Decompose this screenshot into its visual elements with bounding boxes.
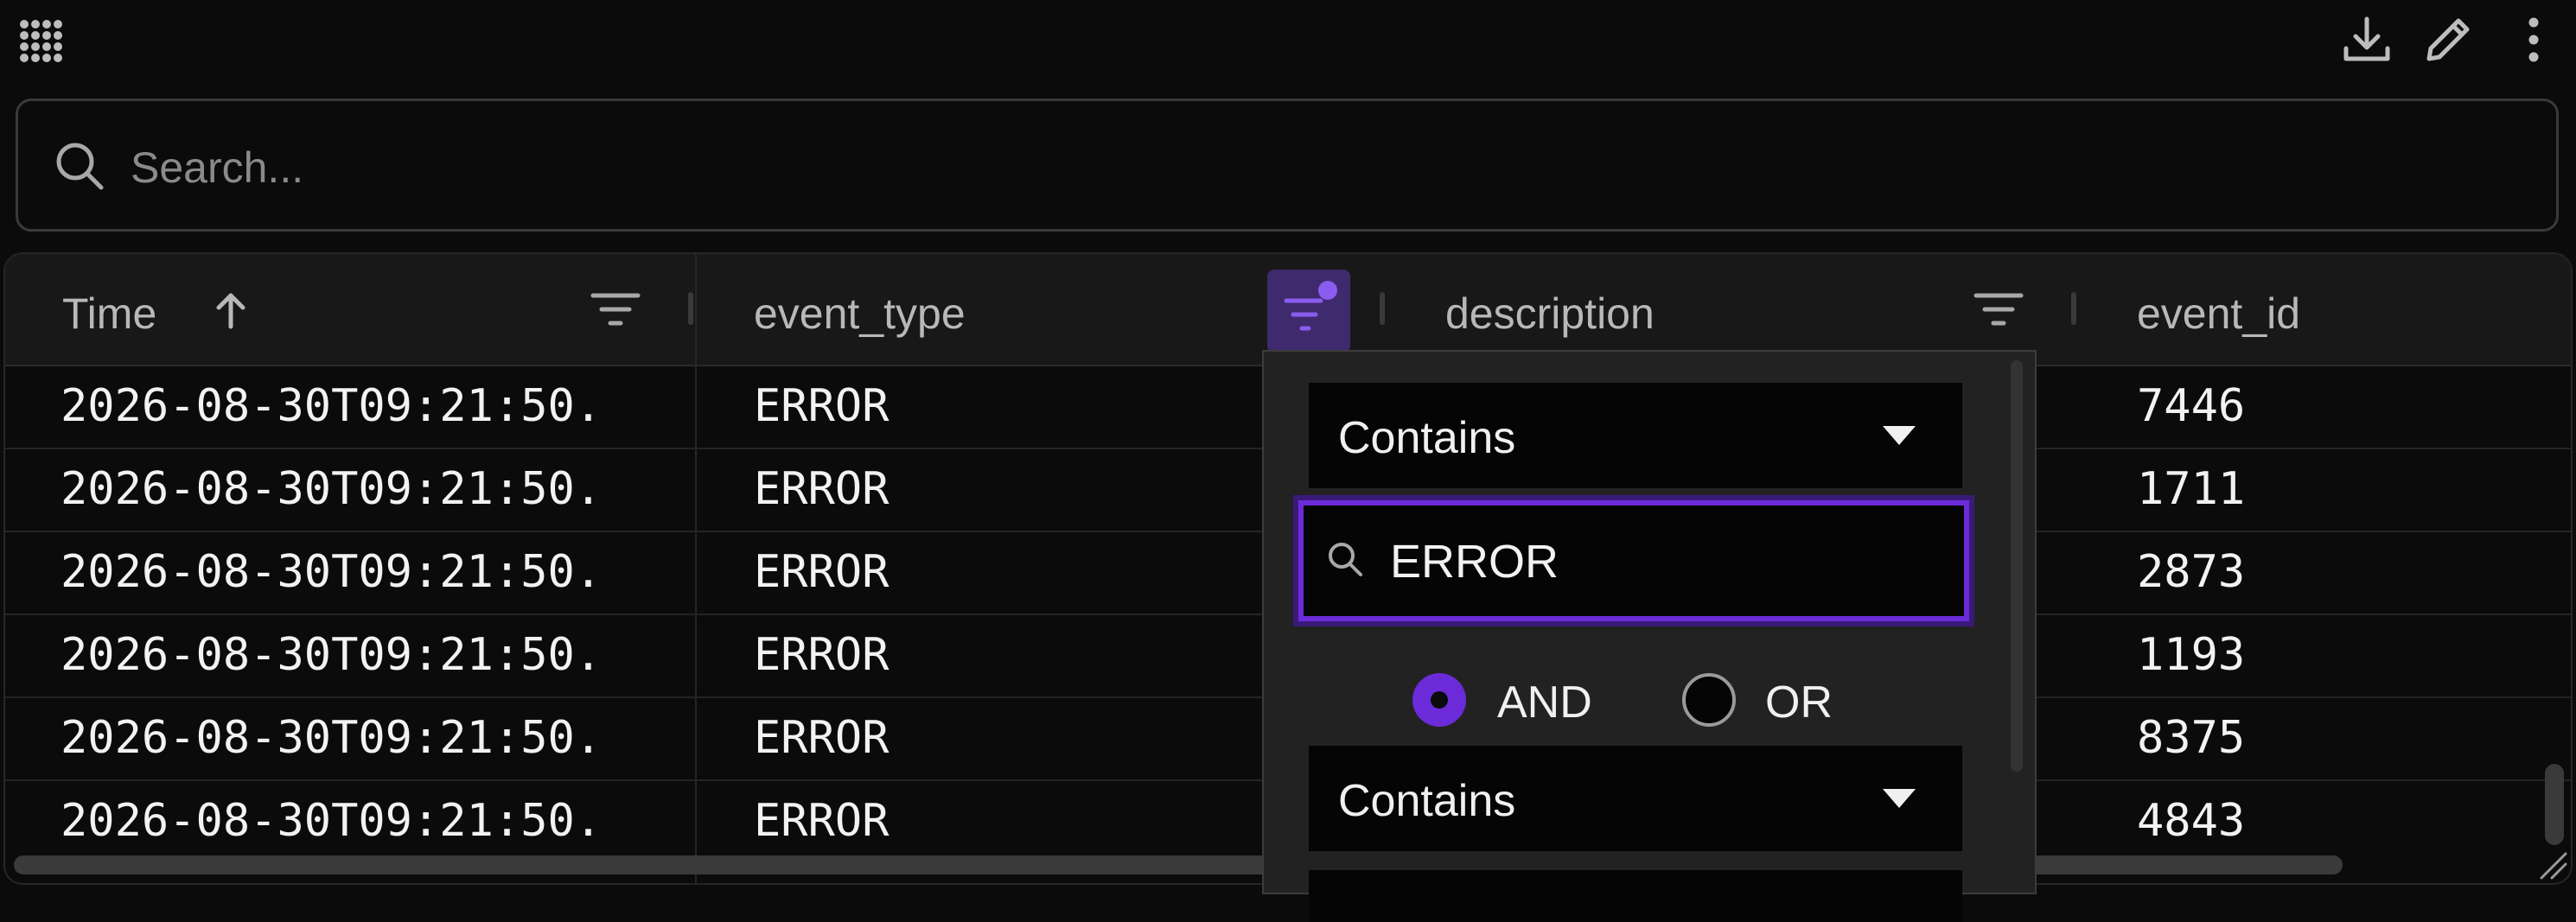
cell-event-type: ERROR xyxy=(754,629,889,681)
column-header-time[interactable]: Time xyxy=(62,289,156,339)
cell-event-type: ERROR xyxy=(754,795,889,847)
chevron-down-icon xyxy=(1883,789,1916,808)
column-header-event-type[interactable]: event_type xyxy=(754,289,966,339)
cell-time: 2026-08-30T09:21:50. xyxy=(61,546,603,598)
pencil-icon[interactable] xyxy=(2420,12,2476,67)
cell-event-type: ERROR xyxy=(754,463,889,515)
search-box[interactable]: Search... xyxy=(16,99,2559,232)
radio-and-label[interactable]: AND xyxy=(1497,677,1592,728)
radio-or[interactable] xyxy=(1682,673,1736,727)
cell-time: 2026-08-30T09:21:50. xyxy=(61,463,603,515)
condition-select-1-label: Contains xyxy=(1338,413,1516,463)
cell-event-id: 4843 xyxy=(2137,795,2246,847)
cell-event-type: ERROR xyxy=(754,712,889,764)
search-icon xyxy=(1326,540,1364,582)
popup-scrollbar[interactable] xyxy=(2011,360,2023,772)
search-input[interactable]: Search... xyxy=(131,143,303,193)
sort-ascending-icon[interactable] xyxy=(209,289,252,336)
condition-select-1[interactable]: Contains xyxy=(1309,383,1962,488)
filter-active-icon[interactable] xyxy=(1267,270,1350,353)
filter-value-input[interactable]: ERROR xyxy=(1298,500,1969,621)
column-resize-handle[interactable] xyxy=(688,292,693,325)
filter-icon[interactable] xyxy=(590,290,641,334)
cell-event-id: 7446 xyxy=(2137,380,2246,432)
cell-event-id: 2873 xyxy=(2137,546,2246,598)
radio-or-label[interactable]: OR xyxy=(1765,677,1833,728)
filter-icon[interactable] xyxy=(1973,290,2024,334)
filter-popup: Contains ERROR AND OR Contains xyxy=(1262,350,2037,922)
filter-value-text: ERROR xyxy=(1390,536,1559,588)
more-vertical-icon[interactable] xyxy=(2512,12,2555,67)
download-icon[interactable] xyxy=(2339,12,2394,67)
cell-event-id: 1193 xyxy=(2137,629,2246,681)
cell-event-type: ERROR xyxy=(754,380,889,432)
column-header-event-id[interactable]: event_id xyxy=(2137,289,2300,339)
cell-time: 2026-08-30T09:21:50. xyxy=(61,712,603,764)
column-resize-handle[interactable] xyxy=(1380,292,1385,325)
cell-time: 2026-08-30T09:21:50. xyxy=(61,629,603,681)
chevron-down-icon xyxy=(1883,426,1916,445)
cell-time: 2026-08-30T09:21:50. xyxy=(61,380,603,432)
cell-time: 2026-08-30T09:21:50. xyxy=(61,795,603,847)
cell-event-type: ERROR xyxy=(754,546,889,598)
radio-and[interactable] xyxy=(1412,673,1466,727)
apps-grid-icon[interactable] xyxy=(16,16,67,67)
cell-event-id: 1711 xyxy=(2137,463,2246,515)
condition-select-2-label: Contains xyxy=(1338,776,1516,826)
column-resize-handle[interactable] xyxy=(2071,292,2076,325)
resize-grip-icon[interactable] xyxy=(2538,850,2567,883)
cell-event-id: 8375 xyxy=(2137,712,2246,764)
filter-value-input-2[interactable] xyxy=(1309,870,1962,922)
column-header-description[interactable]: description xyxy=(1445,289,1655,339)
search-icon xyxy=(53,139,106,197)
vertical-scrollbar[interactable] xyxy=(2545,764,2564,845)
condition-select-2[interactable]: Contains xyxy=(1309,746,1962,851)
